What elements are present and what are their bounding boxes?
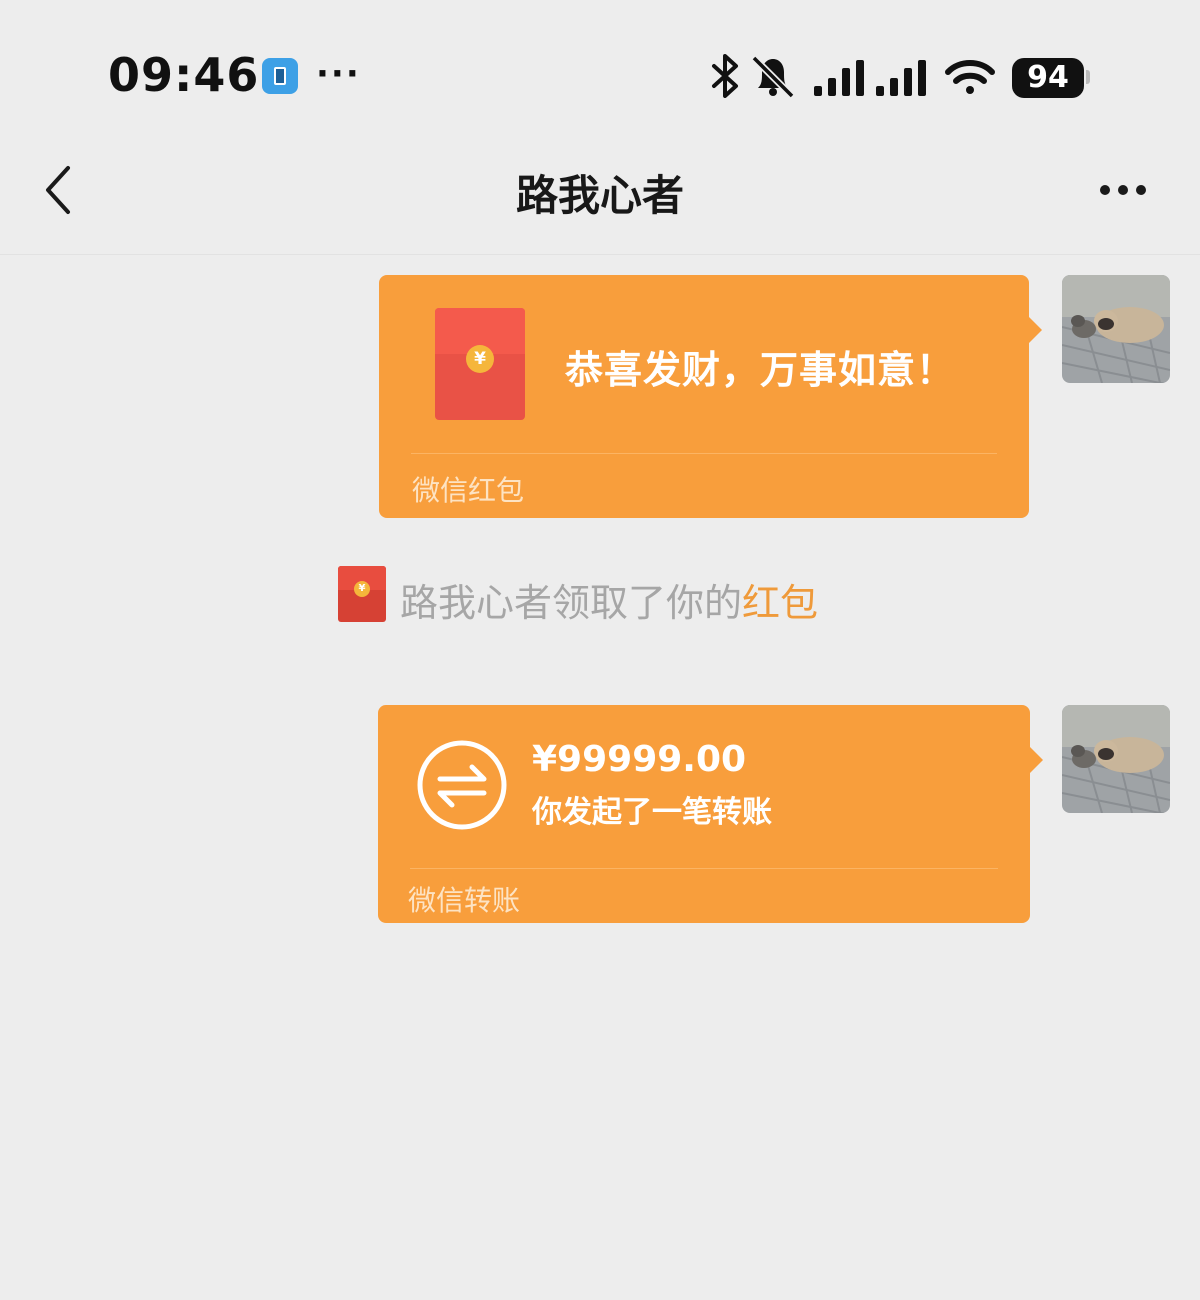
- red-packet-footer: 微信红包: [412, 474, 525, 507]
- avatar[interactable]: [1062, 275, 1170, 383]
- system-message-text: 路我心者领取了你的红包: [400, 572, 818, 627]
- mute-bell-icon: [751, 55, 795, 98]
- transfer-description: 你发起了一笔转账: [532, 795, 772, 830]
- red-packet-greeting: 恭喜发财，万事如意！: [565, 348, 956, 392]
- system-message-body: 路我心者领取了你的: [400, 581, 743, 625]
- battery-tip: [1086, 70, 1090, 84]
- red-envelope-icon: ¥: [338, 566, 386, 622]
- status-time: 09:46: [108, 48, 260, 102]
- avatar[interactable]: [1062, 705, 1170, 813]
- bubble-tail: [1028, 316, 1042, 344]
- wifi-icon: [945, 60, 995, 94]
- mobile-app-icon: [262, 58, 298, 94]
- signal-icon: [814, 60, 926, 96]
- status-more-icon: ···: [316, 54, 361, 94]
- battery-level: 94: [1012, 58, 1084, 98]
- red-packet-bubble[interactable]: ¥ 恭喜发财，万事如意！ 微信红包: [379, 275, 1029, 518]
- yuan-coin-icon: ¥: [466, 345, 494, 373]
- yuan-coin-icon: ¥: [354, 581, 370, 597]
- transfer-footer: 微信转账: [408, 884, 521, 917]
- red-packet-link[interactable]: 红包: [742, 581, 818, 625]
- chevron-left-icon[interactable]: [32, 160, 88, 220]
- bluetooth-icon: [712, 54, 738, 98]
- bubble-tail: [1029, 746, 1043, 774]
- transfer-amount: ¥99999.00: [532, 739, 747, 780]
- red-envelope-icon: ¥: [435, 308, 525, 420]
- bubble-divider: [411, 453, 997, 454]
- transfer-arrows-icon: [417, 740, 507, 830]
- more-dots-icon[interactable]: [1090, 172, 1156, 208]
- chat-title: 路我心者: [515, 171, 684, 220]
- transfer-bubble[interactable]: ¥99999.00 你发起了一笔转账 微信转账: [378, 705, 1030, 923]
- bubble-divider: [410, 868, 998, 869]
